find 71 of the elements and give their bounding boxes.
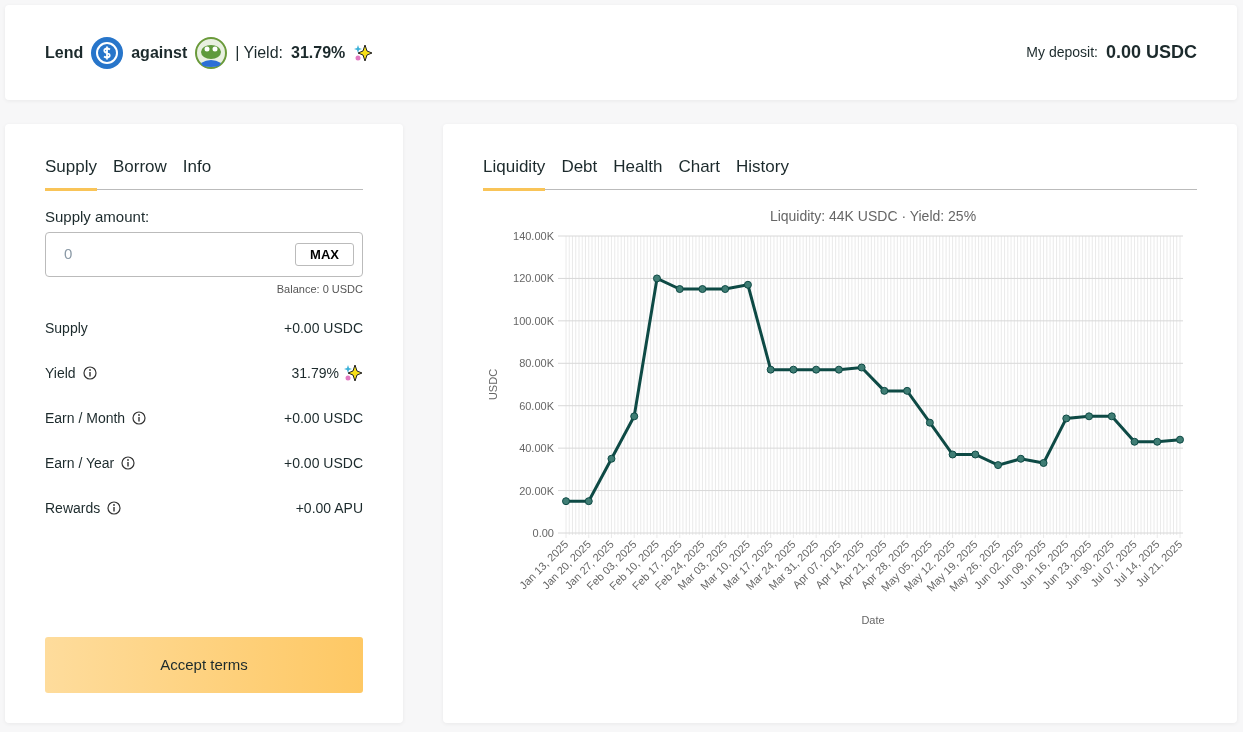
dollar-coin-icon [91, 36, 124, 69]
chart-title: Liquidity: 44K USDC · Yield: 25% [769, 207, 977, 224]
supply-amount-label: Supply amount: [45, 206, 151, 227]
tab[interactable]: History [736, 154, 789, 191]
y-axis-title: USDC [487, 368, 499, 400]
tab[interactable]: Chart [678, 154, 720, 191]
tab[interactable]: Info [182, 154, 212, 191]
stat-value: +0.00 USDC [284, 408, 363, 428]
data-point [994, 460, 1003, 469]
y-tick-label: 140.00K [513, 229, 554, 242]
tab[interactable]: Supply [45, 154, 97, 191]
data-point [903, 386, 912, 395]
max-button[interactable]: MAX [295, 242, 354, 267]
y-tick-label: 60.00K [519, 399, 554, 412]
data-point [880, 386, 889, 395]
deposit-label: My deposit: [1026, 43, 1098, 62]
y-tick-label: 20.00K [519, 484, 554, 497]
data-point [630, 411, 639, 420]
balance-text: Balance: 0 USDC [276, 282, 363, 297]
stat-value: +0.00 APU [295, 498, 363, 518]
data-point [743, 280, 752, 289]
accept-terms-button[interactable]: Accept terms [45, 637, 363, 693]
data-point [834, 365, 843, 374]
stat-label: Earn / Year [45, 453, 115, 473]
data-point [971, 450, 980, 458]
frog-avatar-icon [195, 36, 228, 69]
data-point [562, 496, 570, 505]
data-point [789, 365, 798, 374]
yield-value: 31.79% [291, 42, 346, 63]
data-point [766, 365, 775, 374]
y-tick-label: 100.00K [513, 314, 554, 327]
stat-label: Supply [45, 318, 88, 338]
against-label: against [131, 42, 188, 63]
deposit-value: 0.00 USDC [1105, 41, 1197, 64]
sparkle-icon [353, 42, 374, 63]
data-point [1176, 435, 1184, 444]
data-point [1107, 411, 1116, 420]
y-tick-label: 40.00K [519, 441, 554, 454]
data-point [1085, 411, 1094, 420]
x-axis-title: Date [861, 613, 885, 626]
y-tick-label: 120.00K [513, 271, 554, 284]
y-tick-label: 80.00K [519, 356, 554, 369]
data-point [1153, 437, 1162, 446]
yield-label: | Yield: [235, 42, 283, 63]
tab[interactable]: Liquidity [483, 154, 546, 191]
stat-label: Yield [45, 363, 76, 383]
data-point [652, 273, 661, 282]
stat-value: +0.00 USDC [284, 453, 363, 473]
data-point [857, 363, 866, 372]
data-point [1039, 458, 1048, 467]
data-point [698, 284, 707, 293]
data-point [1130, 437, 1139, 446]
stat-label: Rewards [45, 498, 101, 518]
data-point [675, 284, 684, 293]
data-point [925, 418, 934, 427]
data-point [948, 450, 957, 458]
tab[interactable]: Debt [561, 154, 598, 191]
tab[interactable]: Borrow [113, 154, 167, 191]
data-point [607, 454, 616, 463]
data-point [584, 496, 593, 505]
stat-value: 31.79% [291, 363, 339, 383]
lend-label: Lend [45, 42, 84, 63]
amount-input-field[interactable]: 0 MAX [45, 232, 363, 277]
stat-value: +0.00 USDC [284, 318, 363, 338]
data-point [721, 284, 730, 293]
data-point [1062, 413, 1071, 422]
tab[interactable]: Health [613, 154, 663, 191]
data-point [1016, 454, 1025, 463]
stat-label: Earn / Month [45, 408, 126, 428]
y-tick-label: 0.00 [532, 526, 554, 539]
data-point [812, 365, 821, 374]
